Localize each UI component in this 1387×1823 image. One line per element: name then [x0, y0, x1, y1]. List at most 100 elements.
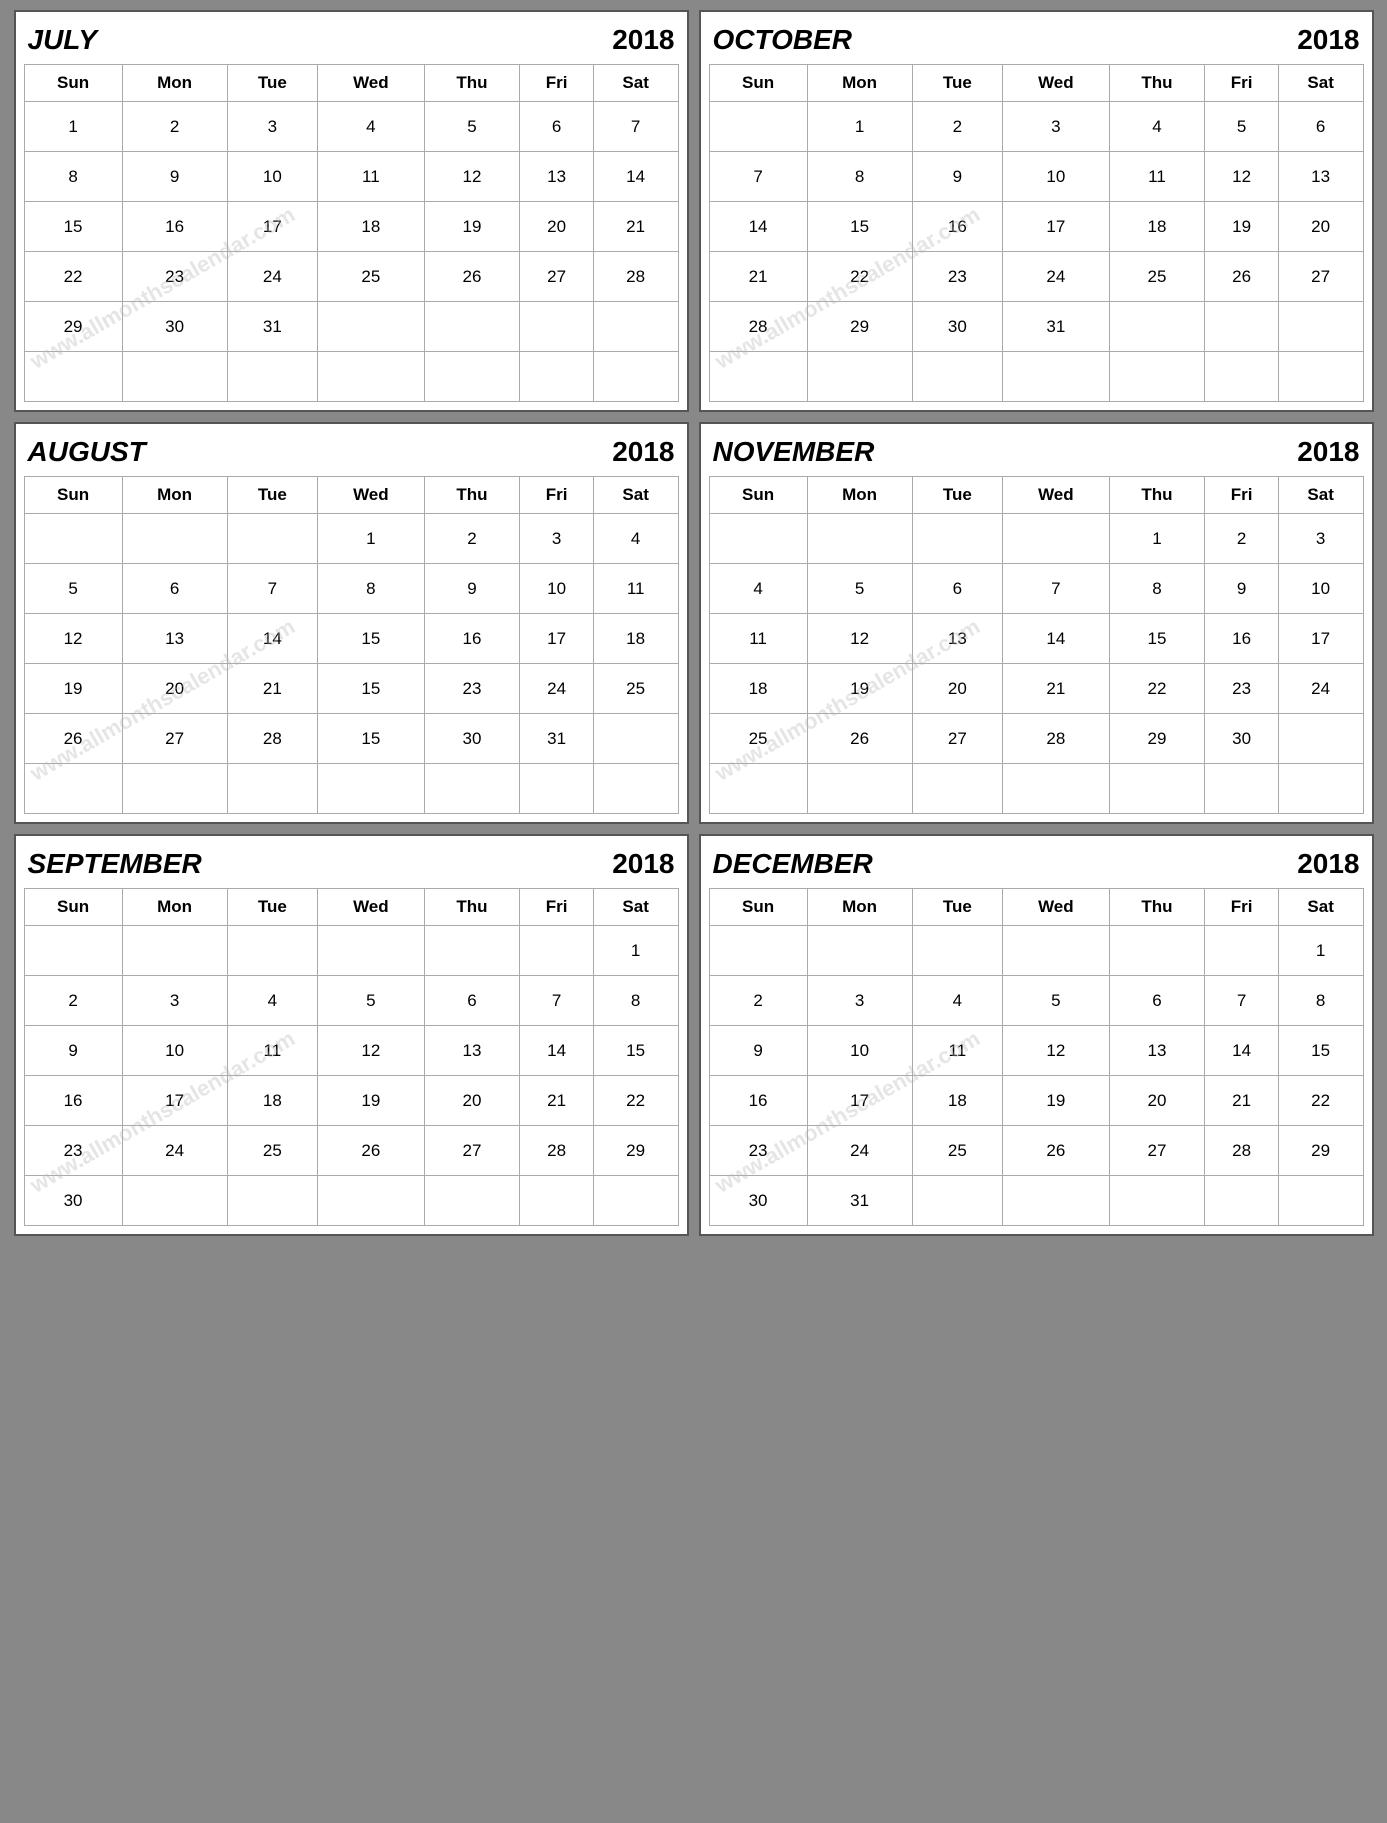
- day-header: Wed: [1003, 889, 1109, 926]
- day-cell: [122, 352, 227, 402]
- month-table: SunMonTueWedThuFriSat1234567891011121314…: [709, 64, 1364, 402]
- day-cell: 30: [24, 1176, 122, 1226]
- day-cell: 21: [1205, 1076, 1278, 1126]
- day-cell: 4: [593, 514, 678, 564]
- day-cell: 26: [1205, 252, 1278, 302]
- day-cell: 9: [122, 152, 227, 202]
- month-table: SunMonTueWedThuFriSat1234567891011121314…: [24, 888, 679, 1226]
- day-cell: 22: [593, 1076, 678, 1126]
- day-cell: 20: [1278, 202, 1363, 252]
- day-cell: 17: [520, 614, 593, 664]
- day-header: Sun: [24, 65, 122, 102]
- month-october: OCTOBER2018SunMonTueWedThuFriSat12345678…: [699, 10, 1374, 412]
- day-header: Sun: [709, 65, 807, 102]
- day-cell: 6: [520, 102, 593, 152]
- day-cell: 3: [807, 976, 912, 1026]
- day-cell: [520, 302, 593, 352]
- table-row: 123456: [709, 102, 1363, 152]
- day-cell: 8: [1278, 976, 1363, 1026]
- day-cell: 21: [593, 202, 678, 252]
- month-december: DECEMBER2018SunMonTueWedThuFriSat1234567…: [699, 834, 1374, 1236]
- day-header: Wed: [318, 65, 424, 102]
- day-cell: [24, 352, 122, 402]
- day-cell: 5: [24, 564, 122, 614]
- day-cell: [122, 926, 227, 976]
- day-cell: 18: [709, 664, 807, 714]
- day-header: Sat: [593, 65, 678, 102]
- day-cell: 12: [1205, 152, 1278, 202]
- day-cell: 23: [122, 252, 227, 302]
- day-cell: [122, 514, 227, 564]
- day-header: Tue: [227, 477, 318, 514]
- table-row: 30: [24, 1176, 678, 1226]
- day-cell: 3: [227, 102, 318, 152]
- day-cell: 28: [593, 252, 678, 302]
- table-row: 12131415161718: [24, 614, 678, 664]
- table-row: 891011121314: [24, 152, 678, 202]
- month-name: NOVEMBER: [713, 436, 875, 468]
- day-cell: [807, 926, 912, 976]
- day-cell: [1003, 1176, 1109, 1226]
- day-cell: 20: [1109, 1076, 1205, 1126]
- day-cell: 1: [593, 926, 678, 976]
- day-cell: 20: [424, 1076, 520, 1126]
- day-cell: [318, 302, 424, 352]
- day-cell: [1003, 352, 1109, 402]
- day-cell: 26: [424, 252, 520, 302]
- day-header: Thu: [424, 889, 520, 926]
- table-row: 22232425262728: [24, 252, 678, 302]
- day-cell: 25: [593, 664, 678, 714]
- day-cell: 24: [520, 664, 593, 714]
- day-cell: 26: [1003, 1126, 1109, 1176]
- day-cell: 23: [912, 252, 1003, 302]
- day-cell: [520, 764, 593, 814]
- calendar-grid: JULY2018SunMonTueWedThuFriSat12345678910…: [14, 10, 1374, 1236]
- day-cell: 14: [593, 152, 678, 202]
- day-header: Tue: [227, 889, 318, 926]
- day-cell: 1: [318, 514, 424, 564]
- day-cell: 8: [1109, 564, 1205, 614]
- day-cell: 27: [1278, 252, 1363, 302]
- day-cell: 6: [424, 976, 520, 1026]
- day-cell: [709, 352, 807, 402]
- day-cell: [807, 352, 912, 402]
- day-cell: 17: [807, 1076, 912, 1126]
- day-cell: 22: [807, 252, 912, 302]
- day-cell: 12: [1003, 1026, 1109, 1076]
- day-cell: 2: [122, 102, 227, 152]
- day-cell: 19: [1205, 202, 1278, 252]
- day-cell: 30: [1205, 714, 1278, 764]
- day-cell: 3: [122, 976, 227, 1026]
- table-row: 1234567: [24, 102, 678, 152]
- day-cell: [1205, 926, 1278, 976]
- day-cell: 5: [318, 976, 424, 1026]
- day-header: Mon: [122, 889, 227, 926]
- day-cell: [709, 764, 807, 814]
- day-header: Fri: [520, 889, 593, 926]
- day-cell: 19: [24, 664, 122, 714]
- day-cell: 29: [1278, 1126, 1363, 1176]
- day-cell: 5: [1003, 976, 1109, 1026]
- day-cell: 6: [122, 564, 227, 614]
- month-november: NOVEMBER2018SunMonTueWedThuFriSat1234567…: [699, 422, 1374, 824]
- day-cell: [593, 764, 678, 814]
- day-cell: 28: [1205, 1126, 1278, 1176]
- day-header: Fri: [1205, 65, 1278, 102]
- day-cell: [1278, 714, 1363, 764]
- day-header: Fri: [520, 65, 593, 102]
- day-cell: 27: [912, 714, 1003, 764]
- day-cell: 16: [912, 202, 1003, 252]
- day-header: Thu: [424, 477, 520, 514]
- table-row: 262728153031: [24, 714, 678, 764]
- table-row: 15161718192021: [24, 202, 678, 252]
- month-august: AUGUST2018SunMonTueWedThuFriSat123456789…: [14, 422, 689, 824]
- day-cell: 27: [424, 1126, 520, 1176]
- table-row: 23242526272829: [24, 1126, 678, 1176]
- day-header: Sat: [1278, 889, 1363, 926]
- month-year: 2018: [1297, 848, 1359, 880]
- day-cell: [318, 352, 424, 402]
- day-header: Sat: [1278, 477, 1363, 514]
- table-row: 9101112131415: [24, 1026, 678, 1076]
- day-header: Mon: [807, 477, 912, 514]
- day-cell: 20: [520, 202, 593, 252]
